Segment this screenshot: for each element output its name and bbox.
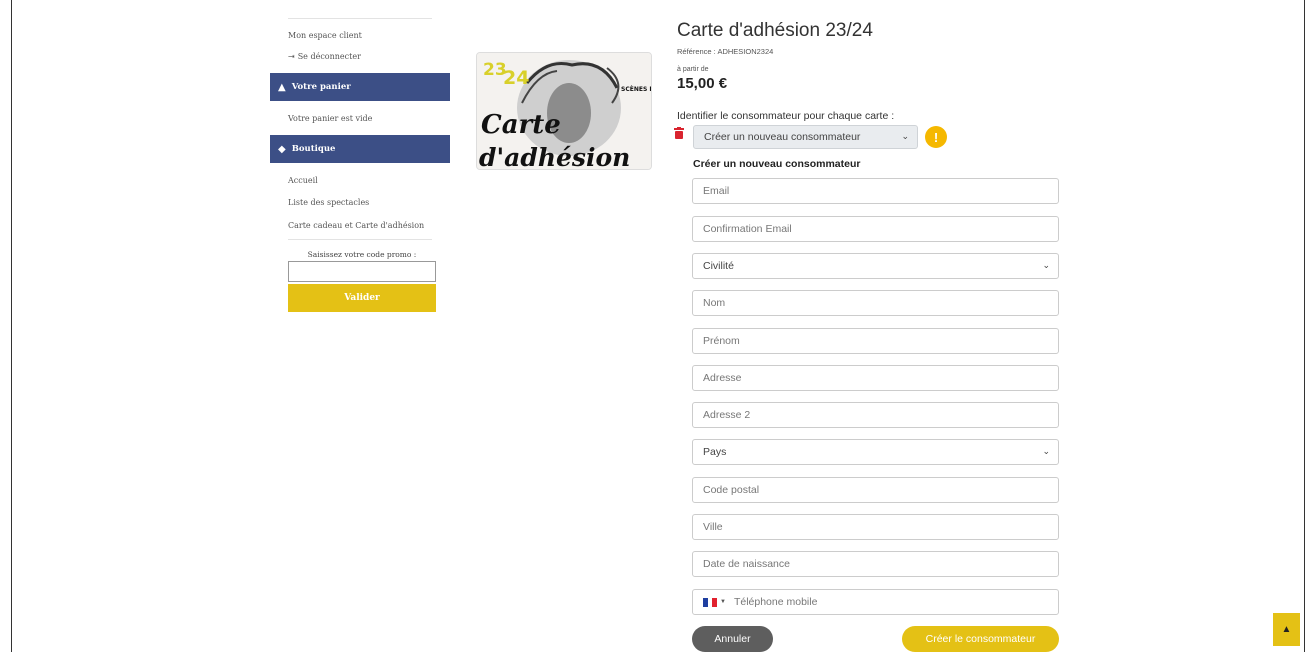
page-frame — [11, 0, 1305, 652]
birthdate-placeholder: Date de naissance — [703, 558, 790, 570]
country-select[interactable]: Pays ⌄ — [692, 439, 1059, 465]
cart-empty-text: Votre panier est vide — [288, 114, 373, 123]
logout-link[interactable]: ⇥ Se déconnecter — [288, 52, 361, 61]
cancel-button[interactable]: Annuler — [692, 626, 773, 652]
product-image: 23 24 Carte d'adhésion SCÈNES DU GOLFE — [476, 52, 652, 170]
chevron-down-icon: ⌄ — [1042, 260, 1050, 270]
promo-label: Saisissez votre code promo : — [307, 250, 417, 259]
image-year-b: 24 — [503, 67, 529, 89]
france-flag-icon[interactable] — [703, 597, 718, 607]
email-confirm-field[interactable]: Confirmation Email — [692, 216, 1059, 242]
chevron-down-icon: ⌄ — [1042, 446, 1050, 456]
product-price: 15,00 € — [677, 75, 728, 92]
product-title: Carte d'adhésion 23/24 — [677, 20, 873, 41]
shop-link-home[interactable]: Accueil — [288, 176, 318, 185]
civility-select[interactable]: Civilité ⌄ — [692, 253, 1059, 279]
promo-code-input[interactable] — [288, 261, 436, 282]
promo-validate-button[interactable]: Valider — [288, 284, 436, 312]
address-field[interactable]: Adresse — [692, 365, 1059, 391]
arrow-up-icon: ▲ — [1281, 624, 1292, 635]
identify-consumer-label: Identifier le consommateur pour chaque c… — [677, 110, 895, 122]
price-from-label: à partir de — [677, 66, 709, 73]
city-placeholder: Ville — [703, 521, 723, 533]
email-placeholder: Email — [703, 185, 730, 197]
email-confirm-placeholder: Confirmation Email — [703, 223, 792, 235]
address2-field[interactable]: Adresse 2 — [692, 402, 1059, 428]
create-consumer-button[interactable]: Créer le consommateur — [902, 626, 1059, 652]
phone-field[interactable]: ▼ Téléphone mobile — [692, 589, 1059, 615]
caret-down-icon: ▼ — [720, 599, 726, 605]
postal-code-placeholder: Code postal — [703, 484, 760, 496]
postal-code-field[interactable]: Code postal — [692, 477, 1059, 503]
civility-value: Civilité — [703, 260, 734, 272]
city-field[interactable]: Ville — [692, 514, 1059, 540]
image-brand: SCÈNES DU GOLFE — [621, 85, 652, 93]
firstname-field[interactable]: Prénom — [692, 328, 1059, 354]
account-link[interactable]: Mon espace client — [288, 31, 362, 40]
logout-icon: ⇥ — [288, 52, 295, 61]
phone-placeholder: Téléphone mobile — [733, 596, 818, 608]
trash-icon[interactable] — [674, 127, 686, 141]
country-value: Pays — [703, 446, 727, 458]
image-line1: Carte — [481, 110, 561, 140]
cart-header-label: Votre panier — [291, 82, 351, 92]
warning-icon[interactable]: ! — [925, 126, 947, 148]
consumer-select-value: Créer un nouveau consommateur — [704, 131, 861, 143]
lastname-placeholder: Nom — [703, 297, 726, 309]
tag-icon: ◆ — [278, 143, 286, 155]
shop-link-shows[interactable]: Liste des spectacles — [288, 198, 369, 207]
scroll-to-top-button[interactable]: ▲ — [1273, 613, 1300, 646]
chevron-down-icon: ⌄ — [901, 131, 909, 141]
address-placeholder: Adresse — [703, 372, 742, 384]
image-line2: d'adhésion — [479, 143, 630, 170]
shop-link-gift-card[interactable]: Carte cadeau et Carte d'adhésion — [288, 221, 424, 230]
divider — [288, 18, 432, 19]
firstname-placeholder: Prénom — [703, 335, 740, 347]
address2-placeholder: Adresse 2 — [703, 409, 751, 421]
email-field[interactable]: Email — [692, 178, 1059, 204]
shop-header[interactable]: ◆ Boutique — [270, 135, 450, 163]
product-reference: Référence : ADHESION2324 — [677, 47, 774, 56]
lastname-field[interactable]: Nom — [692, 290, 1059, 316]
divider — [288, 239, 432, 240]
birthdate-field[interactable]: Date de naissance — [692, 551, 1059, 577]
cart-header[interactable]: ▲ Votre panier — [270, 73, 450, 101]
shop-header-label: Boutique — [291, 144, 336, 154]
form-title: Créer un nouveau consommateur — [693, 158, 861, 170]
consumer-select[interactable]: Créer un nouveau consommateur ⌄ — [693, 125, 918, 149]
shopping-bag-icon: ▲ — [278, 81, 286, 93]
logout-label: Se déconnecter — [297, 52, 361, 61]
